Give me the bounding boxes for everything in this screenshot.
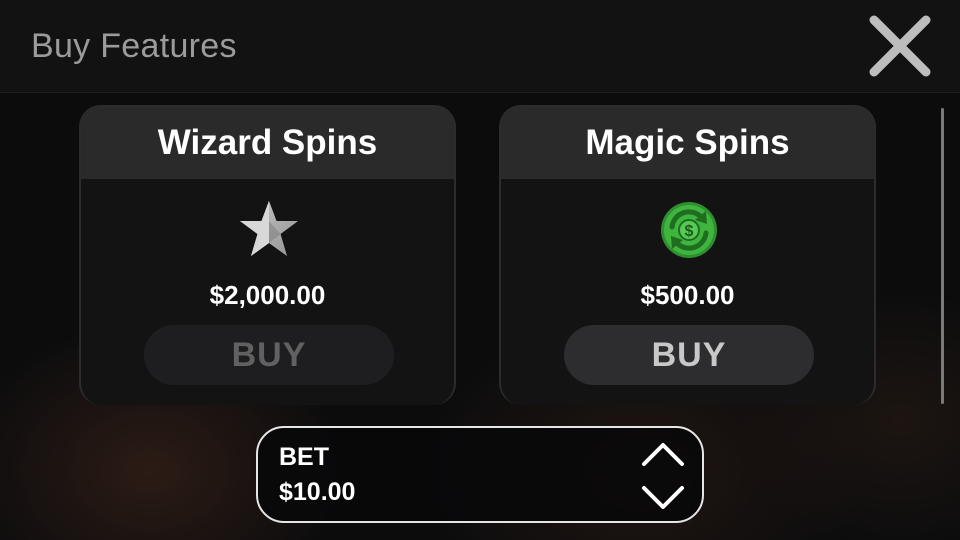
header-bar: Buy Features bbox=[0, 0, 960, 93]
scrollbar[interactable] bbox=[941, 108, 944, 404]
chevron-down-icon bbox=[642, 486, 684, 509]
buy-wizard-spins-button[interactable]: BUY bbox=[144, 325, 394, 385]
close-icon bbox=[869, 15, 931, 77]
bet-label: BET bbox=[279, 443, 329, 471]
feature-price: $500.00 bbox=[640, 280, 735, 310]
feature-title: Magic Spins bbox=[501, 107, 874, 179]
chevron-up-icon bbox=[642, 443, 684, 466]
svg-text:$: $ bbox=[685, 223, 694, 240]
dollar-refresh-icon: $ bbox=[661, 202, 717, 258]
page-title: Buy Features bbox=[31, 27, 237, 65]
star-icon bbox=[240, 201, 298, 256]
bet-decrease-button[interactable] bbox=[640, 482, 686, 516]
feature-title: Wizard Spins bbox=[81, 107, 454, 179]
close-button[interactable] bbox=[866, 12, 934, 80]
feature-card-wizard-spins: Wizard Spins $2,000.00 BUY bbox=[79, 105, 456, 405]
bet-value: $10.00 bbox=[279, 478, 356, 506]
feature-card-magic-spins: Magic Spins $ $500.00 BUY bbox=[499, 105, 876, 405]
bet-increase-button[interactable] bbox=[640, 436, 686, 470]
buy-magic-spins-button[interactable]: BUY bbox=[564, 325, 814, 385]
feature-price: $2,000.00 bbox=[209, 280, 326, 310]
bet-selector: BET $10.00 bbox=[256, 426, 704, 523]
